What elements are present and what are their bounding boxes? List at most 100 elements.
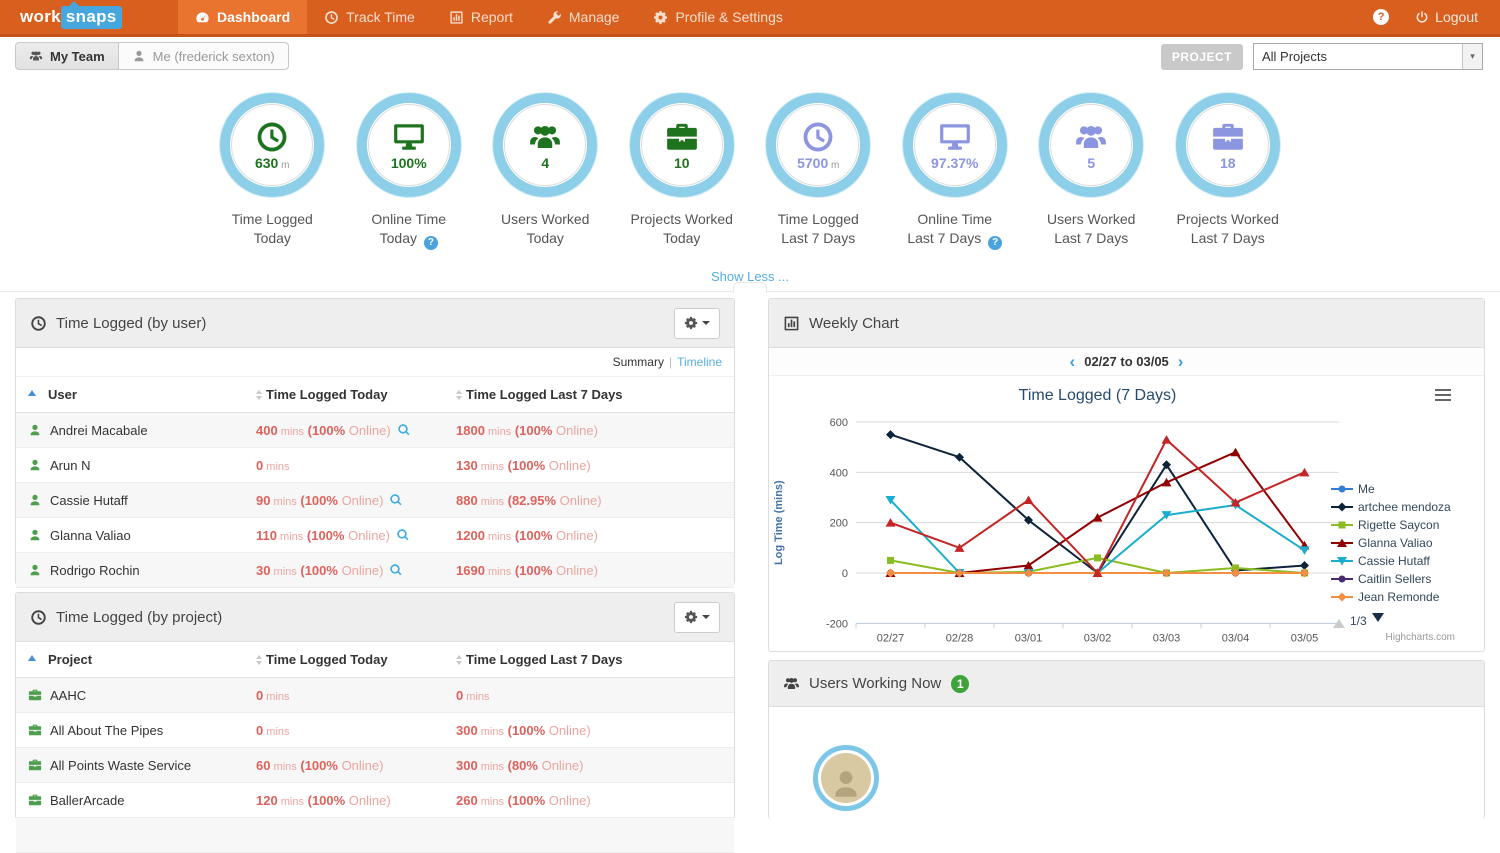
legend-item-artchee-mendoza[interactable]: artchee mendoza [1331, 498, 1451, 516]
legend-marker-icon [1331, 502, 1353, 512]
legend-item-caitlin-sellers[interactable]: Caitlin Sellers [1331, 570, 1451, 588]
stat-users-worked-today: 4 Users WorkedToday [477, 93, 614, 250]
row-name: AAHC [50, 688, 86, 703]
row-name: All Points Waste Service [50, 758, 191, 773]
wrench-icon [547, 10, 562, 25]
stat-value: 5 [1087, 155, 1095, 171]
stat-label: Projects WorkedLast 7 Days [1160, 210, 1297, 248]
chart-icon [783, 315, 800, 332]
panel-weekly-chart: Weekly Chart ‹ 02/27 to 03/05 › 60040020… [768, 298, 1485, 652]
panel-header: Time Logged (by user) [16, 299, 734, 348]
chevron-down-icon [702, 615, 710, 623]
panel-header: Weekly Chart [769, 299, 1484, 348]
tab-my-team[interactable]: My Team [15, 42, 119, 70]
project-select-value: All Projects [1254, 49, 1462, 64]
panel-settings-button[interactable] [674, 602, 720, 633]
col-user[interactable]: User [48, 387, 77, 402]
legend-next-icon[interactable] [1372, 613, 1384, 628]
legend-item-glanna-valiao[interactable]: Glanna Valiao [1331, 534, 1451, 552]
sort-icon[interactable] [456, 655, 462, 665]
users-icon [29, 49, 43, 63]
panel-settings-button[interactable] [674, 308, 720, 339]
sort-icon[interactable] [456, 390, 462, 400]
highcharts-credits[interactable]: Highcharts.com [1386, 632, 1455, 643]
chart-menu-icon[interactable] [1435, 389, 1451, 404]
search-icon[interactable] [397, 423, 411, 437]
col-today[interactable]: Time Logged Today [266, 387, 388, 402]
clock-icon [30, 315, 47, 332]
user-icon [28, 458, 42, 472]
tab-me-frederick-sexton[interactable]: Me (frederick sexton) [119, 42, 289, 70]
legend-marker-icon [1331, 484, 1353, 494]
legend-marker-icon [1331, 556, 1353, 566]
stat-value: 5700 m [797, 155, 839, 171]
legend-marker-icon [1331, 520, 1353, 530]
online-count-badge: 1 [951, 675, 969, 693]
col-project[interactable]: Project [48, 652, 92, 667]
time-week-cell: 1200 mins (100% Online) [456, 528, 734, 543]
chart-legend: Meartchee mendozaRigette SayconGlanna Va… [1331, 480, 1451, 606]
next-week-chevron-icon[interactable]: › [1178, 353, 1184, 370]
logout-button[interactable]: Logout [1415, 9, 1478, 25]
date-range: 02/27 to 03/05 [1084, 354, 1169, 369]
clock-icon [30, 609, 47, 626]
svg-text:03/05: 03/05 [1291, 632, 1319, 644]
search-icon[interactable] [389, 493, 403, 507]
sort-icon[interactable] [256, 655, 262, 665]
legend-item-jean-remonde[interactable]: Jean Remonde [1331, 588, 1451, 606]
worksnaps-logo[interactable]: worksnaps [20, 0, 170, 34]
nav-item-report[interactable]: Report [432, 0, 530, 34]
legend-item-rigette-saycon[interactable]: Rigette Saycon [1331, 516, 1451, 534]
panel-time-by-project: Time Logged (by project) Project Time Lo… [15, 592, 735, 819]
help-icon[interactable]: ? [424, 236, 438, 250]
date-range-nav: ‹ 02/27 to 03/05 › [769, 348, 1484, 376]
nav-item-profile-settings[interactable]: Profile & Settings [636, 0, 799, 34]
col-week[interactable]: Time Logged Last 7 Days [466, 652, 623, 667]
svg-text:200: 200 [830, 518, 848, 530]
time-week-cell: 300 mins (80% Online) [456, 758, 734, 773]
logout-label: Logout [1435, 9, 1478, 25]
user-silhouette-icon [829, 765, 863, 803]
avatar[interactable] [813, 745, 879, 811]
help-icon[interactable]: ? [1373, 9, 1389, 25]
view-timeline-link[interactable]: Timeline [677, 355, 722, 369]
prev-week-chevron-icon[interactable]: ‹ [1070, 353, 1076, 370]
stat-value: 4 [541, 155, 549, 171]
main-menu: Dashboard Track Time Report Manage Profi… [178, 0, 800, 34]
table-row-ballerarcade: BallerArcade 120 mins (100% Online) 260 … [16, 783, 734, 818]
sort-icon[interactable] [256, 390, 262, 400]
legend-prev-icon[interactable] [1333, 613, 1345, 628]
search-icon[interactable] [389, 563, 403, 577]
col-today[interactable]: Time Logged Today [266, 652, 388, 667]
search-icon[interactable] [396, 528, 410, 542]
nav-item-dashboard[interactable]: Dashboard [178, 0, 307, 34]
user-icon [28, 528, 42, 542]
col-week[interactable]: Time Logged Last 7 Days [466, 387, 623, 402]
project-select[interactable]: All Projects ▾ [1253, 43, 1483, 70]
svg-text:600: 600 [830, 417, 848, 429]
nav-item-manage[interactable]: Manage [530, 0, 637, 34]
view-summary[interactable]: Summary [613, 355, 664, 369]
project-filter: PROJECT All Projects ▾ [1161, 43, 1483, 70]
time-today-cell: 110 mins (100% Online) [256, 528, 456, 543]
sort-asc-icon[interactable] [28, 651, 36, 661]
nav-item-track-time[interactable]: Track Time [307, 0, 432, 34]
legend-page: 1/3 [1350, 614, 1367, 628]
table-row-glanna-valiao: Glanna Valiao 110 mins (100% Online) 120… [16, 518, 734, 553]
row-name: Cassie Hutaff [50, 493, 128, 508]
panel-title: Weekly Chart [809, 315, 899, 332]
svg-text:03/02: 03/02 [1084, 632, 1112, 644]
legend-pagination: 1/3 [1333, 613, 1384, 628]
table-row-andrei-macabale: Andrei Macabale 400 mins (100% Online) 1… [16, 413, 734, 448]
time-today-cell: 400 mins (100% Online) [256, 423, 456, 438]
stat-online-time-last-7-days: 97.37% Online TimeLast 7 Days ? [887, 93, 1024, 250]
briefcase-icon [28, 758, 42, 772]
chevron-down-icon[interactable]: ▾ [1462, 44, 1482, 69]
collapse-handle[interactable] [733, 282, 767, 293]
legend-item-cassie-hutaff[interactable]: Cassie Hutaff [1331, 552, 1451, 570]
legend-item-me[interactable]: Me [1331, 480, 1451, 498]
sort-asc-icon[interactable] [28, 386, 36, 396]
stat-projects-worked-last-7-days: 18 Projects WorkedLast 7 Days [1160, 93, 1297, 250]
table-header: User Time Logged Today Time Logged Last … [16, 377, 734, 413]
help-icon[interactable]: ? [988, 236, 1002, 250]
